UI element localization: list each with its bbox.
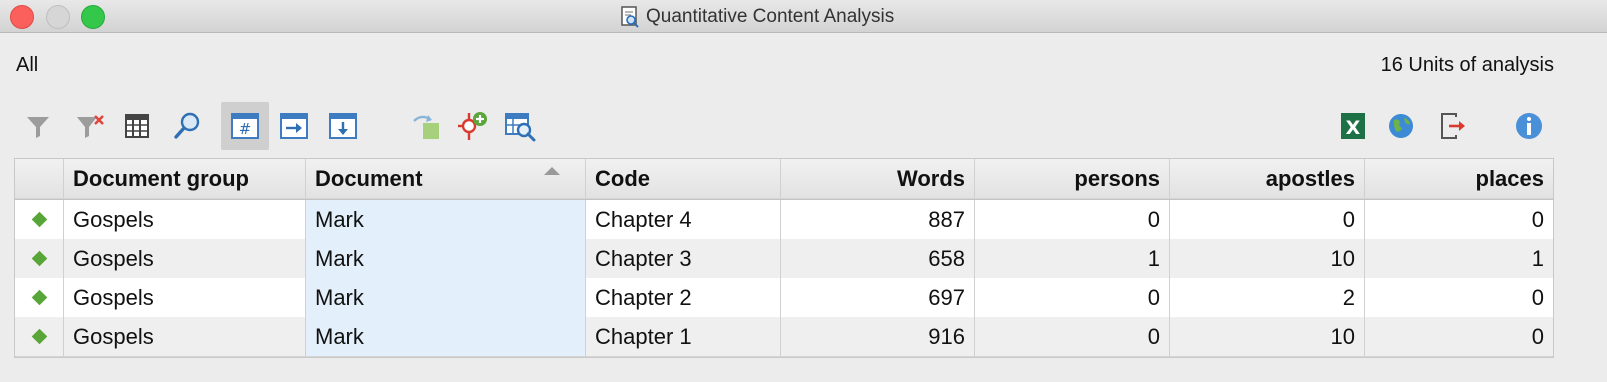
diamond-icon xyxy=(31,289,47,306)
export-icon xyxy=(1441,113,1465,139)
header-places[interactable]: places xyxy=(1365,159,1553,199)
qca-window: Quantitative Content Analysis All 16 Uni… xyxy=(0,0,1607,382)
cell-places: 0 xyxy=(1365,200,1553,240)
table-header: Document group Document Code Words perso… xyxy=(15,159,1553,200)
minimize-window-button[interactable] xyxy=(46,5,70,29)
cell-apostles: 2 xyxy=(1170,278,1365,318)
number-display-button[interactable]: # xyxy=(221,102,269,150)
table-search-button[interactable] xyxy=(496,102,544,150)
cell-apostles: 10 xyxy=(1170,239,1365,279)
cell-document: Mark xyxy=(306,239,586,279)
cell-words: 697 xyxy=(781,278,975,318)
cell-words: 658 xyxy=(781,239,975,279)
cell-document-group: Gospels xyxy=(64,278,306,318)
cell-places: 0 xyxy=(1365,278,1553,318)
diamond-icon xyxy=(31,250,47,267)
table-row[interactable]: Gospels Mark Chapter 4 887 0 0 0 xyxy=(15,200,1553,240)
cell-persons: 1 xyxy=(975,239,1170,279)
cell-persons: 0 xyxy=(975,278,1170,318)
document-search-icon xyxy=(621,6,639,28)
table-row[interactable]: Gospels Mark Chapter 3 658 1 10 1 xyxy=(15,239,1553,279)
analysis-table: Document group Document Code Words perso… xyxy=(14,158,1554,358)
header-marker xyxy=(15,159,64,199)
row-marker xyxy=(15,278,64,318)
search-icon xyxy=(174,112,200,139)
excel-icon: X xyxy=(1341,113,1365,139)
clear-filter-button[interactable] xyxy=(66,102,114,150)
rotate-button[interactable] xyxy=(402,102,450,150)
rotate-icon xyxy=(413,115,439,139)
cell-persons: 0 xyxy=(975,200,1170,240)
clear-filter-icon xyxy=(77,115,104,138)
cell-words: 916 xyxy=(781,317,975,357)
globe-icon xyxy=(1389,114,1413,138)
diamond-icon xyxy=(31,328,47,345)
cell-apostles: 10 xyxy=(1170,317,1365,357)
cell-code: Chapter 2 xyxy=(586,278,781,318)
add-code-icon xyxy=(458,112,487,140)
window-title: Quantitative Content Analysis xyxy=(620,4,894,30)
units-count: 16 Units of analysis xyxy=(1380,54,1554,76)
row-marker xyxy=(15,317,64,357)
columns-icon xyxy=(125,114,149,138)
cell-code: Chapter 3 xyxy=(586,239,781,279)
header-apostles[interactable]: apostles xyxy=(1170,159,1365,199)
number-display-icon: # xyxy=(231,113,259,139)
export-button[interactable] xyxy=(1429,102,1477,150)
next-icon xyxy=(280,113,308,139)
close-window-button[interactable] xyxy=(10,5,34,29)
cell-places: 0 xyxy=(1365,317,1553,357)
cell-places: 1 xyxy=(1365,239,1553,279)
maximize-window-button[interactable] xyxy=(81,5,105,29)
cell-document: Mark xyxy=(306,317,586,357)
table-row[interactable]: Gospels Mark Chapter 1 916 0 10 0 xyxy=(15,317,1553,357)
next-button[interactable] xyxy=(270,102,318,150)
info-button[interactable] xyxy=(1505,102,1553,150)
export-web-button[interactable] xyxy=(1377,102,1425,150)
header-document-group[interactable]: Document group xyxy=(64,159,306,199)
cell-code: Chapter 4 xyxy=(586,200,781,240)
sort-ascending-icon xyxy=(544,167,560,175)
cell-words: 887 xyxy=(781,200,975,240)
cell-document: Mark xyxy=(306,278,586,318)
cell-document: Mark xyxy=(306,200,586,240)
header-document-label: Document xyxy=(315,165,423,191)
info-icon xyxy=(1516,113,1542,139)
header-document[interactable]: Document xyxy=(306,159,586,199)
download-button[interactable] xyxy=(319,102,367,150)
header-persons[interactable]: persons xyxy=(975,159,1170,199)
filter-icon xyxy=(27,117,49,138)
diamond-icon xyxy=(31,211,47,228)
cell-code: Chapter 1 xyxy=(586,317,781,357)
download-icon xyxy=(329,113,357,139)
row-marker xyxy=(15,239,64,279)
cell-document-group: Gospels xyxy=(64,200,306,240)
add-code-button[interactable] xyxy=(449,102,497,150)
search-button[interactable] xyxy=(163,102,211,150)
table-search-icon xyxy=(505,113,536,142)
header-words[interactable]: Words xyxy=(781,159,975,199)
export-excel-button[interactable]: X xyxy=(1329,102,1377,150)
cell-apostles: 0 xyxy=(1170,200,1365,240)
row-marker xyxy=(15,200,64,240)
scope-label: All xyxy=(16,54,39,76)
title-bar: Quantitative Content Analysis xyxy=(0,0,1607,33)
columns-button[interactable] xyxy=(113,102,161,150)
cell-document-group: Gospels xyxy=(64,317,306,357)
header-code[interactable]: Code xyxy=(586,159,781,199)
svg-text:X: X xyxy=(1346,117,1361,139)
table-row[interactable]: Gospels Mark Chapter 2 697 0 2 0 xyxy=(15,278,1553,318)
svg-text:#: # xyxy=(239,120,252,138)
cell-persons: 0 xyxy=(975,317,1170,357)
filter-button[interactable] xyxy=(14,102,62,150)
cell-document-group: Gospels xyxy=(64,239,306,279)
window-title-text: Quantitative Content Analysis xyxy=(646,6,895,27)
